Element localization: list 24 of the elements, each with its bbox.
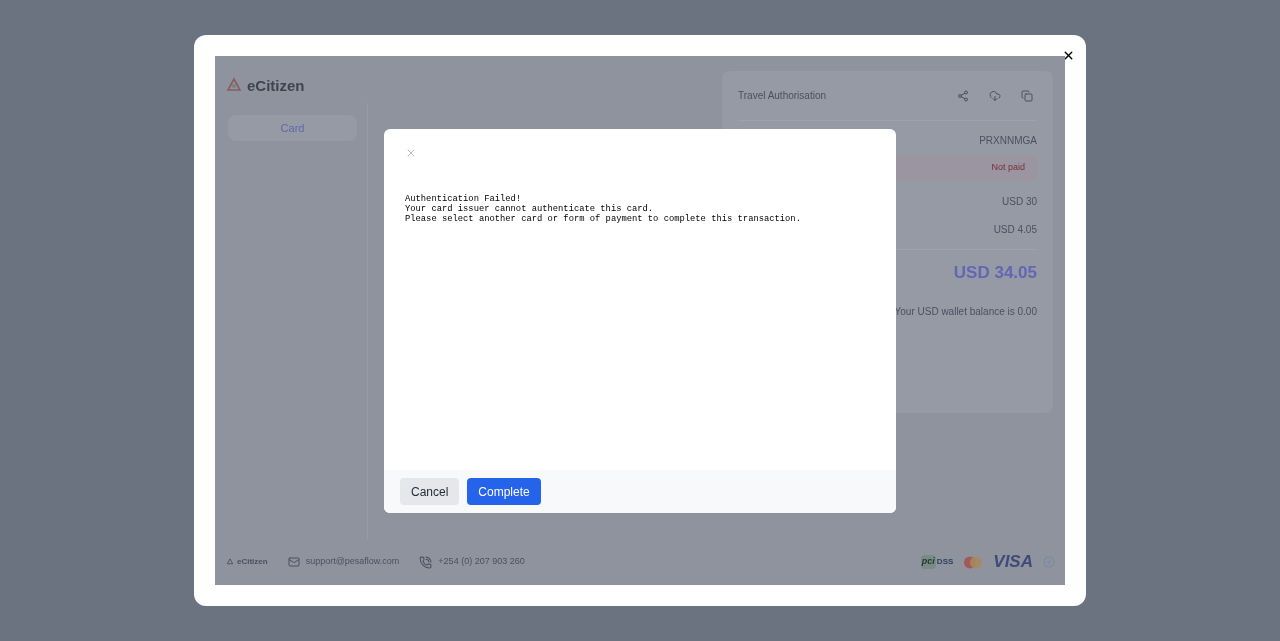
error-message-line: Your card issuer cannot authenticate this card. bbox=[405, 204, 655, 214]
reference-code: PRXNNMGA bbox=[979, 134, 1037, 148]
footer-brand: eCitizen bbox=[237, 556, 268, 568]
support-email: support@pesaflow.com bbox=[305, 555, 400, 569]
pci-text: pci bbox=[920, 555, 936, 569]
error-message-line: Authentication Failed! bbox=[405, 194, 523, 204]
visa-logo: VISA bbox=[993, 551, 1033, 574]
phone-icon bbox=[419, 555, 433, 569]
support-phone: +254 (0) 207 903 260 bbox=[438, 555, 525, 569]
copy-icon[interactable] bbox=[1021, 89, 1033, 102]
logo-icon bbox=[226, 558, 234, 566]
logo-text: eCitizen bbox=[247, 75, 305, 96]
amount-value: USD 4.05 bbox=[993, 223, 1037, 237]
error-message-line: Please select another card or form of payment to complete this transaction. bbox=[405, 214, 802, 224]
complete-button[interactable]: Complete bbox=[467, 478, 541, 505]
download-icon[interactable] bbox=[989, 89, 1001, 102]
amount-value: USD 30 bbox=[1002, 195, 1037, 209]
wallet-balance: Your USD wallet balance is 0.00 bbox=[894, 304, 1037, 319]
mail-icon bbox=[287, 556, 300, 568]
cancel-button[interactable]: Cancel bbox=[400, 478, 460, 505]
mastercard-icon bbox=[963, 555, 984, 569]
dss-text: DSS bbox=[936, 556, 954, 568]
summary-title: Travel Authorisation bbox=[738, 89, 826, 103]
share-icon[interactable] bbox=[957, 89, 969, 102]
